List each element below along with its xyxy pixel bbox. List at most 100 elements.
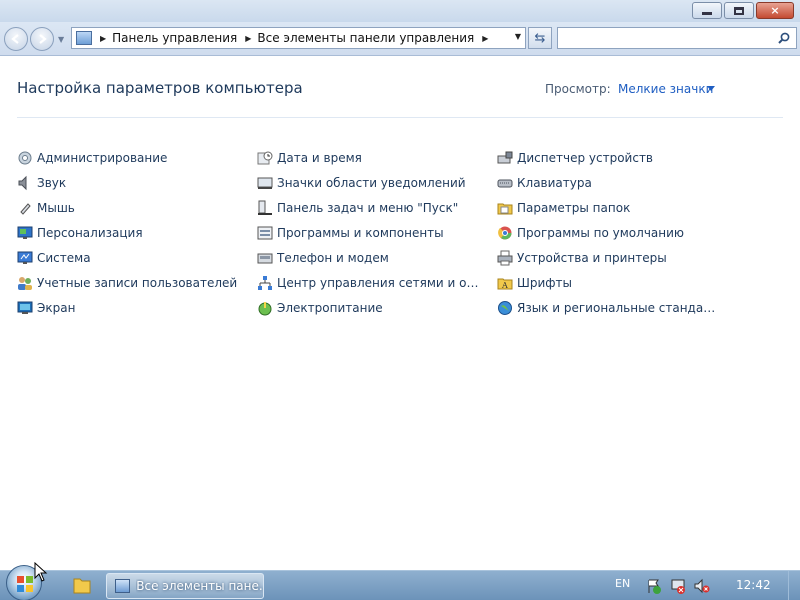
navigation-bar: ▼ ▶ Панель управления ▶ Все элементы пан… — [0, 22, 800, 56]
speaker-icon — [18, 175, 27, 190]
item-programs-features[interactable]: Программы и компоненты — [257, 220, 497, 245]
explorer-icon[interactable] — [66, 575, 98, 597]
breadcrumb-separator-icon[interactable]: ▶ — [482, 34, 488, 43]
language-indicator[interactable]: EN — [615, 577, 630, 590]
taskbar-window-label: Все элементы пане... — [136, 579, 263, 593]
item-label: Электропитание — [277, 300, 383, 315]
item-fonts[interactable]: A Шрифты — [497, 270, 737, 295]
tray-icons-icon — [257, 177, 273, 189]
item-folder-options[interactable]: Параметры папок — [497, 195, 737, 220]
control-panel-icon — [76, 31, 92, 45]
item-label: Звук — [37, 175, 67, 190]
item-label: Программы по умолчанию — [517, 225, 685, 240]
item-label: Диспетчер устройств — [517, 150, 654, 165]
close-icon: × — [770, 4, 780, 17]
clock-icon — [257, 151, 273, 164]
item-device-manager[interactable]: Диспетчер устройств — [497, 145, 737, 170]
item-region-language[interactable]: Язык и региональные стандарты — [497, 295, 737, 320]
breadcrumb-separator-icon[interactable]: ▶ — [245, 34, 251, 43]
default-programs-icon — [498, 226, 512, 239]
search-input[interactable] — [557, 27, 797, 49]
item-keyboard[interactable]: Клавиатура — [497, 170, 737, 195]
item-label: Панель задач и меню "Пуск" — [277, 200, 459, 215]
refresh-button[interactable]: ⇆ — [528, 27, 552, 49]
personalization-icon — [17, 226, 33, 239]
address-dropdown-icon[interactable]: ▼ — [515, 32, 521, 41]
breadcrumb-all-items[interactable]: Все элементы панели управления — [257, 31, 474, 45]
view-by-dropdown[interactable]: Мелкие значки — [618, 82, 713, 96]
clock[interactable]: 12:42 — [736, 578, 771, 592]
item-user-accounts[interactable]: Учетные записи пользователей — [17, 270, 257, 295]
back-button[interactable] — [4, 27, 28, 51]
minimize-button[interactable] — [692, 2, 722, 19]
forward-button[interactable] — [30, 27, 54, 51]
item-personalization[interactable]: Персонализация — [17, 220, 257, 245]
items-column-3: Диспетчер устройств Клавиатура Параметры… — [497, 145, 737, 320]
show-desktop-button[interactable] — [788, 571, 800, 600]
address-bar[interactable]: ▶ Панель управления ▶ Все элементы панел… — [71, 27, 526, 49]
item-phone-modem[interactable]: Телефон и модем — [257, 245, 497, 270]
divider — [17, 117, 783, 118]
globe-icon — [498, 300, 512, 315]
close-button[interactable]: × — [756, 2, 794, 19]
breadcrumb-separator-icon[interactable]: ▶ — [100, 34, 106, 43]
item-label: Дата и время — [277, 150, 362, 165]
action-center-icon[interactable] — [646, 578, 662, 594]
printer-icon — [497, 250, 513, 265]
programs-icon — [257, 226, 273, 239]
maximize-icon — [725, 3, 753, 18]
item-label: Экран — [37, 300, 76, 315]
keyboard-icon — [497, 179, 513, 187]
item-taskbar-start[interactable]: Панель задач и меню "Пуск" — [257, 195, 497, 220]
taskbar: Все элементы пане... EN 12:42 — [0, 565, 800, 600]
fonts-icon: A — [497, 278, 513, 290]
mouse-icon — [20, 202, 31, 215]
item-label: Программы и компоненты — [277, 225, 444, 240]
forward-arrow-icon — [39, 34, 47, 44]
content-area: Настройка параметров компьютера Просмотр… — [0, 57, 800, 570]
breadcrumb-control-panel[interactable]: Панель управления — [112, 31, 237, 45]
network-status-icon[interactable] — [670, 578, 686, 594]
item-label: Учетные записи пользователей — [37, 275, 238, 290]
item-notification-icons[interactable]: Значки области уведомлений — [257, 170, 497, 195]
item-display[interactable]: Экран — [17, 295, 257, 320]
system-icon — [17, 251, 33, 264]
users-icon — [18, 276, 32, 290]
refresh-icon: ⇆ — [534, 30, 546, 46]
item-default-programs[interactable]: Программы по умолчанию — [497, 220, 737, 245]
item-label: Язык и региональные стандарты — [517, 300, 722, 315]
items-column-2: Дата и время Значки области уведомлений … — [257, 145, 497, 320]
display-icon — [17, 301, 33, 314]
chevron-down-icon[interactable] — [707, 86, 715, 91]
back-arrow-icon — [11, 34, 19, 44]
item-label: Клавиатура — [517, 175, 592, 190]
maximize-button[interactable] — [724, 2, 754, 19]
windows-logo-icon — [17, 576, 33, 592]
item-label: Администрирование — [37, 150, 168, 165]
item-mouse[interactable]: Мышь — [17, 195, 257, 220]
taskbar-window-button[interactable]: Все элементы пане... — [106, 573, 264, 599]
item-sound[interactable]: Звук — [17, 170, 257, 195]
item-label: Шрифты — [517, 275, 572, 290]
view-by-label: Просмотр: — [545, 82, 611, 96]
item-label: Центр управления сетями и общи... — [277, 275, 482, 290]
item-administration[interactable]: Администрирование — [17, 145, 257, 170]
device-manager-icon — [497, 151, 513, 163]
item-network-center[interactable]: Центр управления сетями и общи... — [257, 270, 497, 295]
item-label: Телефон и модем — [277, 250, 389, 265]
item-date-time[interactable]: Дата и время — [257, 145, 497, 170]
item-label: Персонализация — [37, 225, 143, 240]
mouse-pointer-icon — [34, 562, 48, 582]
control-panel-icon — [115, 579, 131, 593]
volume-muted-icon[interactable] — [694, 578, 710, 594]
item-devices-printers[interactable]: Устройства и принтеры — [497, 245, 737, 270]
item-label: Параметры папок — [517, 200, 631, 215]
page-title: Настройка параметров компьютера — [17, 79, 303, 97]
recent-pages-dropdown[interactable]: ▼ — [58, 35, 64, 44]
item-power-options[interactable]: Электропитание — [257, 295, 497, 320]
item-system[interactable]: Система — [17, 245, 257, 270]
search-icon[interactable] — [778, 32, 790, 44]
phone-modem-icon — [257, 253, 273, 263]
folder-options-icon — [497, 203, 513, 214]
window-titlebar: × — [0, 0, 800, 22]
